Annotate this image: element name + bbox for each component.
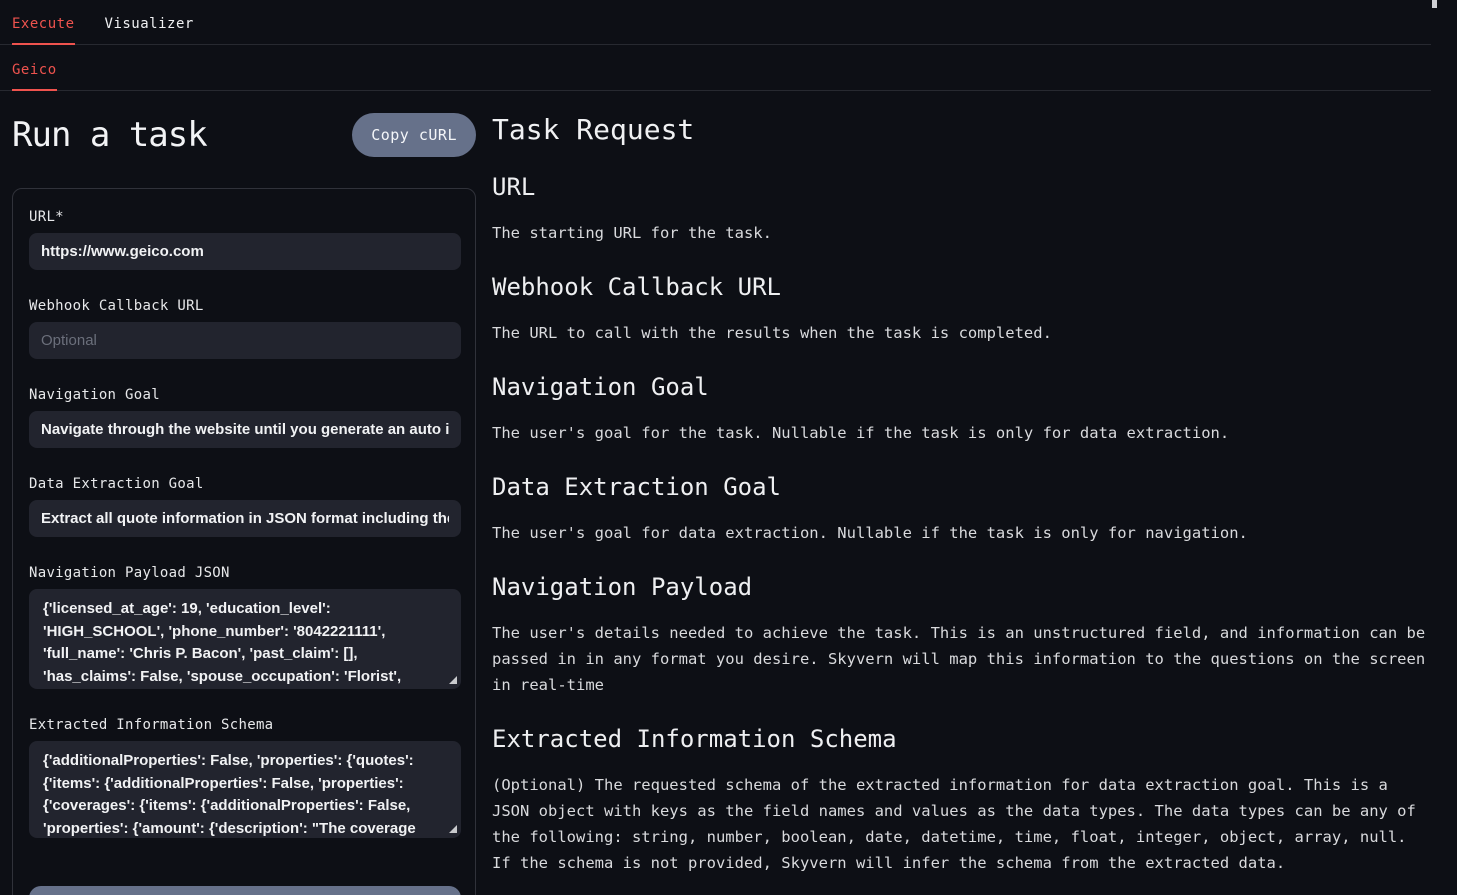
scrollbar-thumb[interactable] xyxy=(1432,0,1437,8)
run-task-header: Run a task Copy cURL xyxy=(12,111,476,159)
subtab-geico[interactable]: Geico xyxy=(12,45,57,91)
field-navigation-payload: Navigation Payload JSON {'licensed_at_ag… xyxy=(29,565,459,689)
url-input[interactable] xyxy=(29,233,461,270)
doc-heading: Navigation Goal xyxy=(492,373,1431,401)
copy-curl-button[interactable]: Copy cURL xyxy=(352,113,476,157)
doc-body: The URL to call with the results when th… xyxy=(492,320,1431,346)
doc-heading: Data Extraction Goal xyxy=(492,473,1431,501)
field-navigation-goal: Navigation Goal xyxy=(29,387,459,448)
navigation-goal-input[interactable] xyxy=(29,411,461,448)
page: Execute Visualizer Geico Run a task Copy… xyxy=(0,0,1431,895)
doc-body: The starting URL for the task. xyxy=(492,220,1431,246)
doc-body: The user's goal for data extraction. Nul… xyxy=(492,520,1431,546)
navigation-payload-label: Navigation Payload JSON xyxy=(29,565,459,581)
url-label: URL* xyxy=(29,209,459,225)
extracted-schema-textarea[interactable]: {'additionalProperties': False, 'propert… xyxy=(29,741,461,838)
extracted-schema-label: Extracted Information Schema xyxy=(29,717,459,733)
doc-body: The user's details needed to achieve the… xyxy=(492,620,1431,698)
doc-heading: Webhook Callback URL xyxy=(492,273,1431,301)
doc-section-url: URL The starting URL for the task. xyxy=(492,173,1431,246)
doc-heading: URL xyxy=(492,173,1431,201)
doc-heading: Extracted Information Schema xyxy=(492,725,1431,753)
docs-title: Task Request xyxy=(492,113,1431,146)
sub-tabbar: Geico xyxy=(0,45,1431,91)
data-extraction-goal-label: Data Extraction Goal xyxy=(29,476,459,492)
tab-visualizer[interactable]: Visualizer xyxy=(105,0,194,45)
main-tabbar: Execute Visualizer xyxy=(0,0,1431,45)
page-title: Run a task xyxy=(12,115,207,155)
doc-section-navigation-goal: Navigation Goal The user's goal for the … xyxy=(492,373,1431,446)
field-data-extraction-goal: Data Extraction Goal xyxy=(29,476,459,537)
webhook-label: Webhook Callback URL xyxy=(29,298,459,314)
doc-body: The user's goal for the task. Nullable i… xyxy=(492,420,1431,446)
task-request-docs: Task Request URL The starting URL for th… xyxy=(492,111,1431,876)
task-form-card: URL* Webhook Callback URL Navigation Goa… xyxy=(12,188,476,895)
doc-body: (Optional) The requested schema of the e… xyxy=(492,772,1431,876)
doc-section-data-extraction-goal: Data Extraction Goal The user's goal for… xyxy=(492,473,1431,546)
webhook-input[interactable] xyxy=(29,322,461,359)
doc-section-extracted-schema: Extracted Information Schema (Optional) … xyxy=(492,725,1431,876)
field-extracted-schema: Extracted Information Schema {'additiona… xyxy=(29,717,459,838)
data-extraction-goal-input[interactable] xyxy=(29,500,461,537)
navigation-payload-textarea[interactable]: {'licensed_at_age': 19, 'education_level… xyxy=(29,589,461,689)
field-url: URL* xyxy=(29,209,459,270)
doc-section-navigation-payload: Navigation Payload The user's details ne… xyxy=(492,573,1431,698)
doc-heading: Navigation Payload xyxy=(492,573,1431,601)
doc-section-webhook: Webhook Callback URL The URL to call wit… xyxy=(492,273,1431,346)
field-webhook: Webhook Callback URL xyxy=(29,298,459,359)
resize-handle-icon[interactable] xyxy=(449,676,457,684)
tab-execute[interactable]: Execute xyxy=(12,0,75,45)
run-task-panel: Run a task Copy cURL URL* Webhook Callba… xyxy=(12,111,476,895)
execute-task-button[interactable]: Execute Task xyxy=(29,886,461,895)
navigation-goal-label: Navigation Goal xyxy=(29,387,459,403)
main-content: Run a task Copy cURL URL* Webhook Callba… xyxy=(0,91,1431,895)
resize-handle-icon[interactable] xyxy=(449,825,457,833)
